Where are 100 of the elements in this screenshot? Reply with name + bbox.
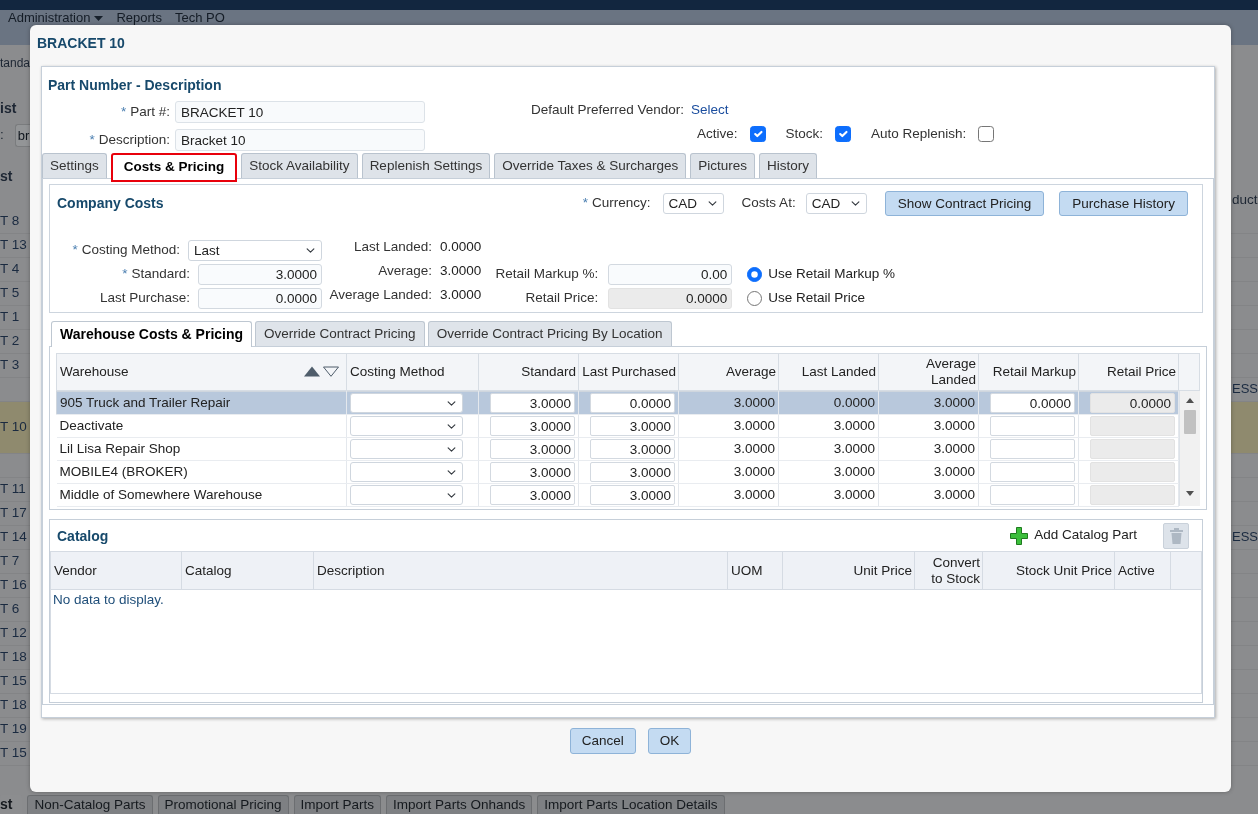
number-field[interactable]: 3.0000: [490, 462, 575, 482]
tab[interactable]: Non-Catalog Parts: [27, 795, 153, 814]
column-header[interactable]: Warehouse: [56, 353, 347, 391]
tab[interactable]: History: [759, 153, 818, 178]
scroll-thumb[interactable]: [1184, 410, 1196, 434]
table-cell-text: T 5: [0, 284, 21, 303]
tab[interactable]: Promotional Pricing: [157, 795, 289, 814]
table-row[interactable]: Lil Lisa Repair Shop 3.0000 3.0000 3.0000 3.0000 3.0000: [56, 437, 1179, 461]
add-button[interactable]: Add Catalog Part: [1010, 526, 1137, 545]
menu-item[interactable]: Tech PO: [174, 11, 225, 25]
scroll-down-icon[interactable]: [1186, 491, 1194, 496]
field-value: 3.0000: [440, 262, 482, 280]
number-field[interactable]: 0.0000: [1090, 393, 1175, 413]
number-field[interactable]: 3.0000: [490, 485, 575, 505]
text-field[interactable]: BRACKET 10: [175, 101, 425, 123]
tab[interactable]: Settings: [42, 153, 107, 178]
action-button[interactable]: Show Contract Pricing: [884, 190, 1045, 216]
table-row[interactable]: Middle of Somewhere Warehouse 3.0000 3.0000 3.0000 3.0000 3.0000: [56, 483, 1179, 507]
checkbox[interactable]: [749, 126, 766, 142]
select-link[interactable]: Select: [691, 101, 729, 119]
tab[interactable]: Pictures: [690, 153, 756, 178]
sort-icon[interactable]: [304, 366, 340, 377]
number-field[interactable]: 3.0000: [590, 416, 675, 436]
section-title: Catalog: [57, 527, 109, 544]
table-row[interactable]: Deactivate 3.0000 3.0000 3.0000 3.0000 3.0000: [56, 414, 1179, 438]
number-field[interactable]: [1090, 416, 1175, 436]
table-row[interactable]: 905 Truck and Trailer Repair 3.0000 0.0000 3.0000 0.0000 3.0000 0.0000 0.0000: [56, 391, 1179, 415]
column-header[interactable]: Convert to Stock: [914, 551, 983, 590]
column-header[interactable]: Description: [313, 551, 728, 590]
table-cell-text: T 13: [0, 236, 28, 255]
section-title: Part Number - Description: [48, 77, 222, 93]
table-cell-text: T 7: [0, 552, 21, 571]
table-cell-text: T 3: [0, 356, 21, 375]
table-cell-text: ESS: [1231, 380, 1258, 399]
tab[interactable]: Replenish Settings: [361, 153, 491, 178]
number-field[interactable]: [1090, 485, 1175, 505]
number-field[interactable]: 0.0000: [590, 393, 675, 413]
tab[interactable]: Import Parts Location Details: [537, 795, 725, 814]
column-header[interactable]: Stock Unit Price: [982, 551, 1115, 590]
number-field[interactable]: 3.0000: [490, 439, 575, 459]
number-field[interactable]: [990, 416, 1075, 436]
column-header[interactable]: Unit Price: [782, 551, 915, 590]
field-label: Stock:: [785, 125, 824, 143]
number-field[interactable]: [990, 439, 1075, 459]
checkbox[interactable]: [835, 126, 852, 142]
number-field[interactable]: 0.00: [608, 263, 733, 285]
column-header[interactable]: Catalog: [181, 551, 314, 590]
tab[interactable]: Warehouse Costs & Pricing: [51, 321, 253, 347]
number-field[interactable]: 3.0000: [490, 416, 575, 436]
tab[interactable]: Override Contract Pricing By Location: [427, 321, 672, 346]
tab[interactable]: Stock Availability: [241, 153, 358, 178]
table-cell-text: T 6: [0, 600, 21, 619]
menu-item[interactable]: Reports: [116, 11, 162, 25]
number-field[interactable]: 3.0000: [590, 439, 675, 459]
dropdown[interactable]: CAD: [662, 192, 724, 214]
tab[interactable]: Import Parts Onhands: [386, 795, 533, 814]
text-field[interactable]: Bracket 10: [175, 129, 425, 151]
number-field[interactable]: 3.0000: [590, 462, 675, 482]
field-label: Description:: [98, 131, 170, 149]
field-label: Standard:: [131, 265, 190, 283]
column-header[interactable]: Vendor: [50, 551, 182, 590]
number-field[interactable]: 3.0000: [490, 393, 575, 413]
filter-field[interactable]: br: [14, 123, 30, 147]
table-cell: 3.0000: [778, 437, 879, 461]
scrollbar[interactable]: [1179, 391, 1200, 506]
column-header[interactable]: Active: [1114, 551, 1171, 590]
checkbox[interactable]: [978, 126, 995, 142]
number-field[interactable]: [1090, 439, 1175, 459]
menu-item[interactable]: Administration: [8, 11, 104, 25]
number-field[interactable]: 3.0000: [198, 263, 322, 285]
field-label: Currency:: [592, 194, 651, 212]
radio-button[interactable]: [747, 266, 763, 282]
column-header: Average: [678, 353, 779, 391]
tab[interactable]: Import Parts: [293, 795, 382, 814]
number-field[interactable]: 0.0000: [198, 287, 322, 309]
action-button[interactable]: Purchase History: [1059, 190, 1188, 216]
field-label: Last Landed:: [353, 238, 432, 256]
table-row[interactable]: MOBILE4 (BROKER) 3.0000 3.0000 3.0000 3.0000 3.0000: [56, 460, 1179, 484]
dropdown[interactable]: Last: [188, 239, 322, 261]
dropdown[interactable]: [350, 439, 463, 459]
number-field[interactable]: 3.0000: [590, 485, 675, 505]
tab[interactable]: Override Contract Pricing: [255, 321, 425, 346]
tab[interactable]: Override Taxes & Surcharges: [494, 153, 687, 178]
radio-button[interactable]: [747, 290, 763, 306]
dropdown[interactable]: [350, 393, 463, 413]
dropdown[interactable]: CAD: [805, 192, 867, 214]
dialog-button[interactable]: OK: [647, 728, 692, 754]
number-field[interactable]: 0.0000: [990, 393, 1075, 413]
trash-icon: [1169, 527, 1183, 544]
scroll-up-icon[interactable]: [1186, 398, 1194, 403]
dropdown[interactable]: [350, 462, 463, 482]
dialog-button[interactable]: Cancel: [569, 728, 636, 754]
dropdown[interactable]: [350, 416, 463, 436]
number-field[interactable]: [990, 462, 1075, 482]
table-cell: 0.0000: [778, 391, 879, 415]
number-field[interactable]: [990, 485, 1075, 505]
column-header[interactable]: UOM: [727, 551, 783, 590]
dropdown[interactable]: [350, 485, 463, 505]
tab[interactable]: Costs & Pricing: [110, 153, 238, 182]
number-field[interactable]: [1090, 462, 1175, 482]
